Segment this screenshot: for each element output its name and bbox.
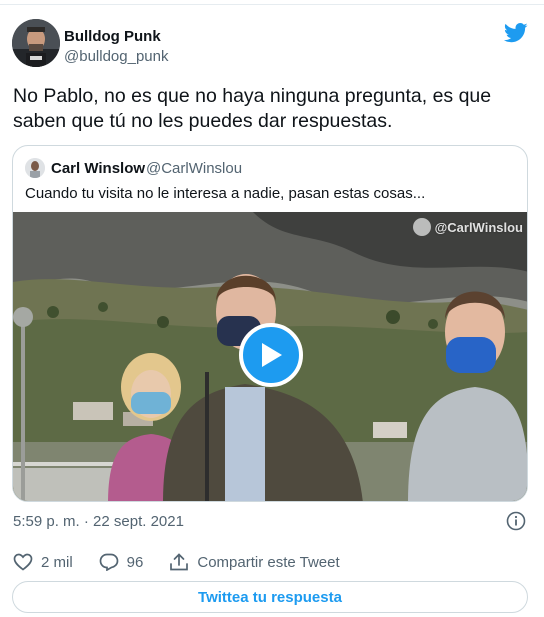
tweet-timestamp[interactable]: 5:59 p. m. · 22 sept. 2021 [13, 513, 184, 530]
author-avatar[interactable] [12, 19, 60, 67]
twitter-bird-icon[interactable] [503, 23, 528, 43]
tweet-card: Bulldog Punk @bulldog_punk No Pablo, no … [0, 4, 544, 617]
author-name[interactable]: Bulldog Punk [64, 28, 161, 45]
share-label: Compartir este Tweet [197, 553, 340, 571]
tweet-text: No Pablo, no es que no haya ninguna preg… [13, 85, 492, 132]
reply-icon [99, 553, 119, 571]
reply-count: 96 [126, 553, 144, 571]
quoted-author-avatar [25, 158, 45, 178]
watermark-text: @CarlWinslou [434, 219, 523, 235]
like-action[interactable]: 2 mil [13, 553, 73, 571]
author-handle[interactable]: @bulldog_punk [64, 48, 168, 65]
share-action[interactable]: Compartir este Tweet [169, 553, 340, 571]
video-thumbnail[interactable]: @CarlWinslou [13, 212, 527, 501]
info-icon[interactable] [506, 511, 526, 531]
share-icon [170, 553, 189, 571]
play-button[interactable] [239, 323, 303, 387]
quoted-author-name: Carl Winslow [51, 160, 146, 177]
like-count: 2 mil [41, 553, 73, 571]
heart-icon [13, 553, 33, 571]
action-bar: 2 mil 96 Compartir este Tweet [13, 551, 366, 573]
video-watermark: @CarlWinslou [412, 218, 523, 236]
quoted-tweet[interactable]: Carl Winslow @CarlWinslou Cuando tu visi… [12, 145, 528, 502]
reply-action[interactable]: 96 [99, 553, 144, 571]
watermark-avatar-icon [412, 218, 431, 236]
quoted-text: Cuando tu visita no le interesa a nadie,… [25, 185, 426, 202]
play-icon [262, 343, 282, 367]
reply-button[interactable]: Twittea tu respuesta [12, 581, 528, 613]
quoted-author-handle: @CarlWinslou [146, 160, 243, 177]
